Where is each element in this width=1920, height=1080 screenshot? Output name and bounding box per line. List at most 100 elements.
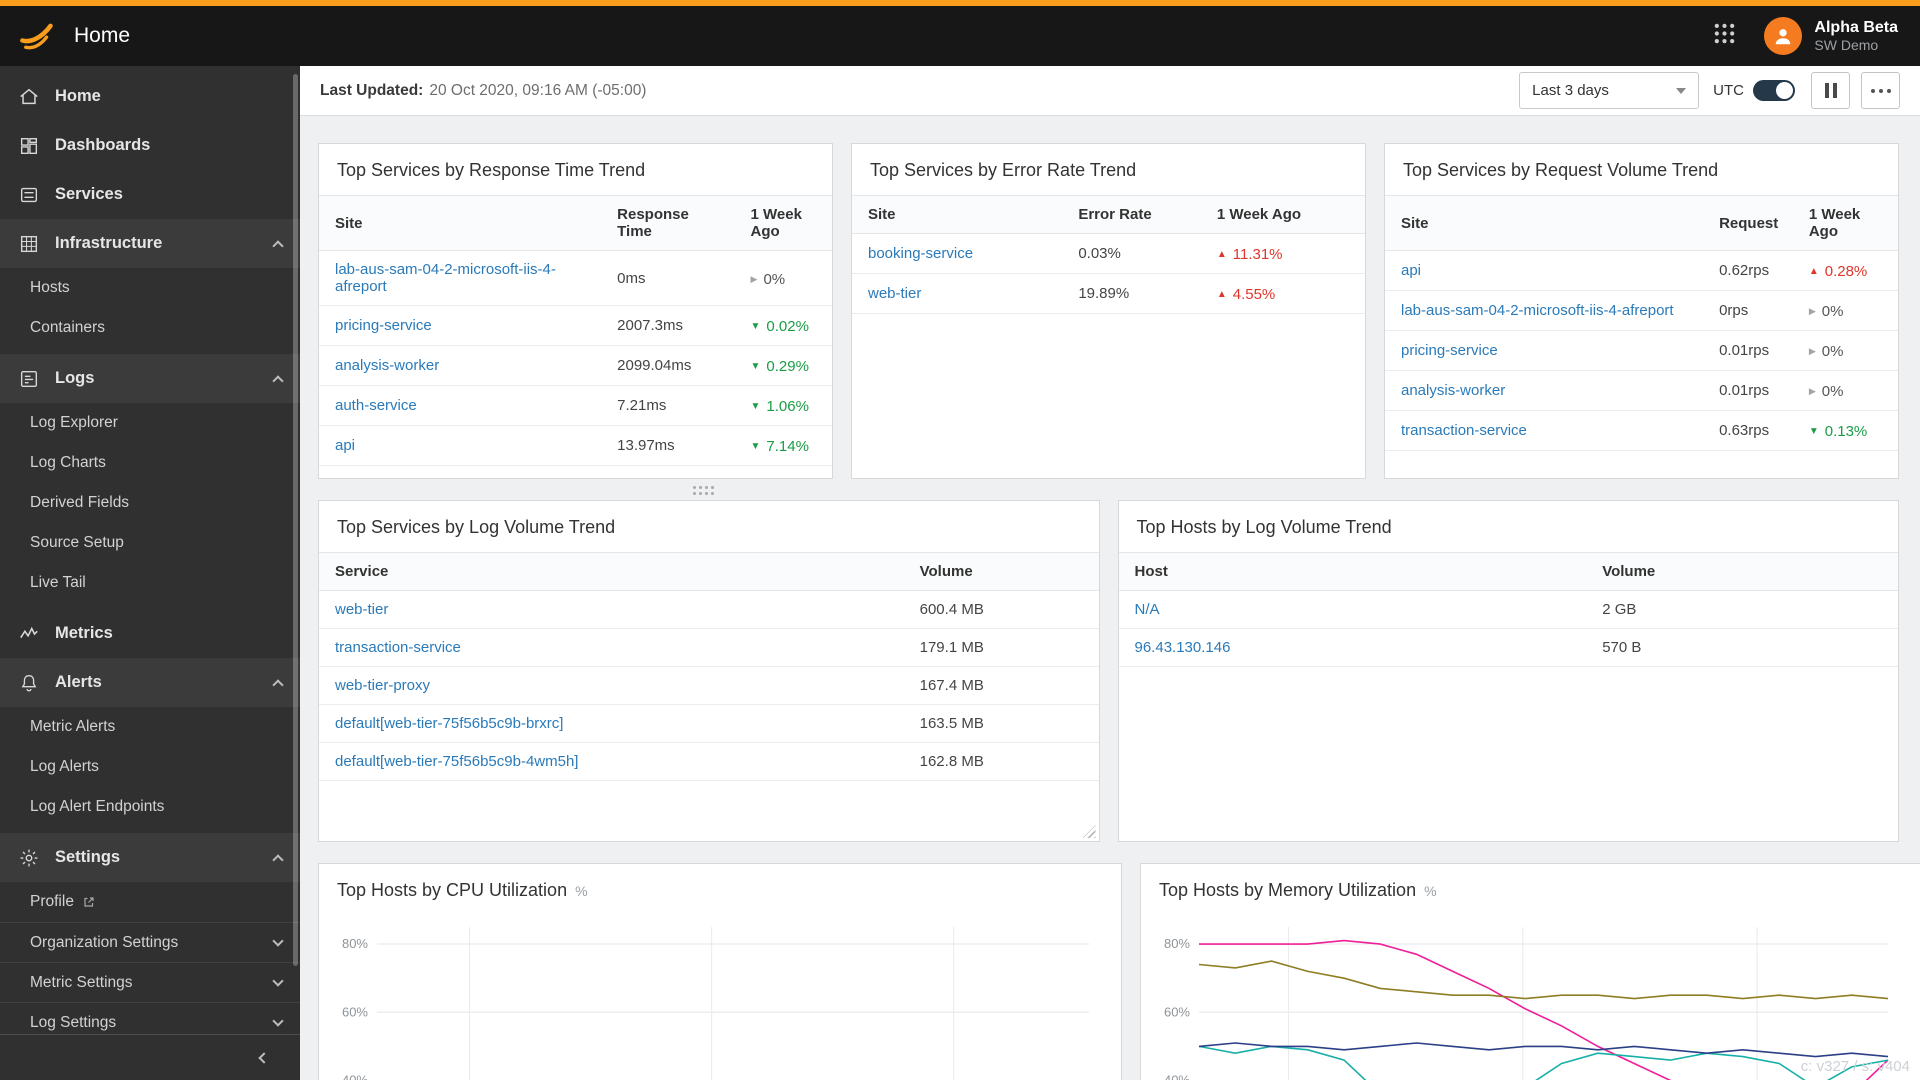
service-link[interactable]: pricing-service (1401, 342, 1498, 359)
sidebar-item-label: Log Alert Endpoints (30, 798, 165, 815)
host-link[interactable]: 96.43.130.146 (1135, 639, 1231, 656)
cpu-utilization-card: Top Hosts by CPU Utilization % 40% 60% 80% (318, 863, 1122, 1080)
service-link[interactable]: lab-aus-sam-04-2-microsoft-iis-4-afrepor… (1401, 302, 1674, 319)
metric-value: 19.89% (1062, 273, 1201, 314)
trend-arrow-icon (1809, 266, 1819, 277)
sidebar-item-label: Profile (30, 893, 74, 910)
sidebar-item-containers[interactable]: Containers (0, 308, 300, 348)
sidebar-section-infrastructure[interactable]: Infrastructure (0, 219, 300, 268)
utc-toggle[interactable] (1753, 80, 1795, 101)
sidebar-item-log-alerts[interactable]: Log Alerts (0, 747, 300, 787)
sidebar-item-label: Live Tail (30, 574, 86, 591)
service-link[interactable]: booking-service (868, 245, 973, 262)
sidebar-item-dashboards[interactable]: Dashboards (0, 121, 300, 170)
service-link[interactable]: web-tier (335, 601, 388, 618)
service-link[interactable]: web-tier (868, 285, 921, 302)
column-header: Site (319, 195, 602, 251)
svg-text:80%: 80% (342, 936, 368, 951)
sidebar-section-alerts[interactable]: Alerts (0, 658, 300, 707)
infrastructure-icon (18, 233, 40, 255)
sidebar-item-organization-settings[interactable]: Organization Settings (0, 922, 300, 962)
sidebar-item-home[interactable]: Home (0, 72, 300, 121)
user-name: Alpha Beta (1814, 19, 1898, 36)
sidebar-collapse-button[interactable] (0, 1034, 300, 1080)
logs-icon (18, 368, 40, 390)
sidebar-item-log-explorer[interactable]: Log Explorer (0, 403, 300, 443)
hosts-log-volume-card: Top Hosts by Log Volume Trend Host Volum… (1117, 500, 1899, 842)
chevron-down-icon[interactable] (272, 975, 284, 987)
chevron-down-icon[interactable] (272, 935, 284, 947)
sidebar-item-metric-alerts[interactable]: Metric Alerts (0, 707, 300, 747)
metric-value: 0.03% (1062, 233, 1201, 274)
error-rate-card: Top Services by Error Rate Trend Site Er… (851, 143, 1366, 479)
sidebar-item-log-charts[interactable]: Log Charts (0, 443, 300, 483)
sidebar-item-derived-fields[interactable]: Derived Fields (0, 483, 300, 523)
solarwinds-logo-icon[interactable] (16, 15, 58, 57)
column-header: 1 Week Ago (734, 195, 832, 251)
table-row: analysis-worker 0.01rps 0% (1385, 370, 1898, 411)
more-options-button[interactable] (1861, 72, 1900, 109)
sidebar-item-services[interactable]: Services (0, 170, 300, 219)
table-row: transaction-service 179.1 MB (319, 628, 1099, 667)
sidebar-item-profile[interactable]: Profile (0, 882, 300, 922)
external-link-icon (83, 896, 95, 908)
svg-text:80%: 80% (1164, 936, 1190, 951)
last-updated-label: Last Updated: (320, 81, 424, 99)
app-switcher-icon[interactable] (1713, 22, 1736, 50)
service-link[interactable]: default[web-tier-75f56b5c9b-4wm5h] (335, 753, 578, 770)
metric-value: 0.63rps (1703, 410, 1793, 451)
trend-indicator: 0.02% (751, 318, 809, 335)
last-updated-value: 20 Oct 2020, 09:16 AM (-05:00) (429, 81, 647, 99)
trend-indicator: 1.06% (751, 398, 809, 415)
sidebar-section-settings[interactable]: Settings (0, 833, 300, 882)
service-link[interactable]: api (1401, 262, 1421, 279)
column-header: 1 Week Ago (1200, 195, 1365, 234)
pause-icon (1824, 83, 1837, 98)
host-link[interactable]: N/A (1135, 601, 1160, 618)
service-link[interactable]: api (335, 437, 355, 454)
service-link[interactable]: lab-aus-sam-04-2-microsoft-iis-4-afrepor… (335, 261, 556, 295)
chevron-up-icon[interactable] (272, 854, 284, 866)
service-link[interactable]: analysis-worker (335, 357, 439, 374)
chevron-down-icon[interactable] (272, 1015, 284, 1027)
sidebar-nav: Home Dashboards Services Infrastructure … (0, 66, 300, 1080)
sidebar-item-metric-settings[interactable]: Metric Settings (0, 962, 300, 1002)
sidebar-item-live-tail[interactable]: Live Tail (0, 563, 300, 603)
metric-value: 7.21ms (601, 385, 735, 426)
chevron-up-icon[interactable] (272, 240, 284, 252)
metric-value: 2007.3ms (601, 305, 735, 346)
sidebar-section-logs[interactable]: Logs (0, 354, 300, 403)
request-volume-table: Site Request 1 Week Ago api 0.62rps 0.28… (1385, 195, 1898, 451)
trend-arrow-icon (751, 361, 761, 372)
service-link[interactable]: default[web-tier-75f56b5c9b-brxrc] (335, 715, 563, 732)
card-title: Top Services by Log Volume Trend (337, 517, 616, 537)
chevron-up-icon[interactable] (272, 679, 284, 691)
service-link[interactable]: transaction-service (335, 639, 461, 656)
column-header: Response Time (601, 195, 735, 251)
service-link[interactable]: web-tier-proxy (335, 677, 430, 694)
gear-icon (18, 847, 40, 869)
time-range-select[interactable]: Last 3 days (1519, 72, 1700, 109)
service-link[interactable]: analysis-worker (1401, 382, 1505, 399)
sidebar-item-log-alert-endpoints[interactable]: Log Alert Endpoints (0, 787, 300, 827)
pause-refresh-button[interactable] (1811, 72, 1850, 109)
trend-arrow-icon (1217, 289, 1227, 300)
chevron-up-icon[interactable] (272, 375, 284, 387)
sidebar-item-label: Settings (55, 848, 121, 866)
sidebar-item-label: Log Explorer (30, 414, 118, 431)
widget-drag-handle[interactable] (693, 486, 715, 496)
user-avatar[interactable] (1764, 17, 1803, 55)
service-link[interactable]: pricing-service (335, 317, 432, 334)
sidebar-item-hosts[interactable]: Hosts (0, 268, 300, 308)
sidebar-item-label: Organization Settings (30, 933, 179, 951)
service-link[interactable]: transaction-service (1401, 422, 1527, 439)
sidebar-item-metrics[interactable]: Metrics (0, 609, 300, 658)
services-icon (18, 184, 40, 206)
service-link[interactable]: auth-service (335, 397, 417, 414)
sidebar-item-source-setup[interactable]: Source Setup (0, 523, 300, 563)
sidebar-scrollbar[interactable] (293, 74, 298, 967)
table-row: web-tier 19.89% 4.55% (852, 273, 1365, 314)
card-resize-grip[interactable] (1082, 825, 1096, 838)
metric-value: 0.62rps (1703, 250, 1793, 291)
trend-indicator: 0% (1809, 343, 1844, 360)
